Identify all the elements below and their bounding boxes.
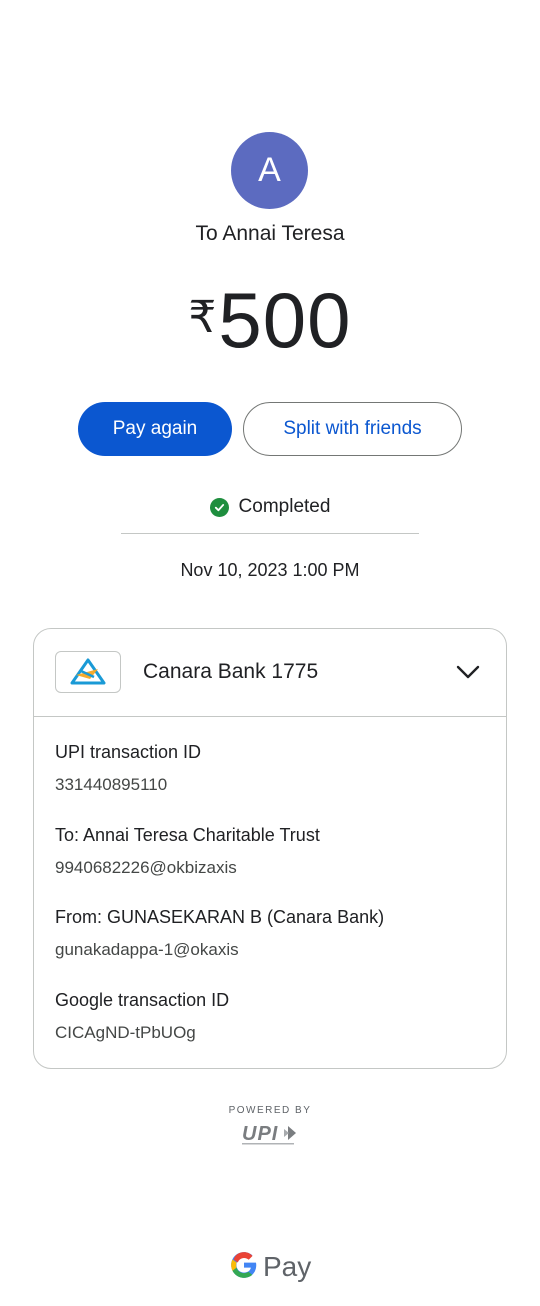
detail-label: From: GUNASEKARAN B (Canara Bank) [55, 907, 385, 927]
google-pay-logo: Pay [230, 1250, 311, 1284]
status-divider [121, 533, 419, 534]
detail-google-transaction-id: Google transaction ID CICAgND-tPbUOg [55, 990, 229, 1043]
status-row: Completed [0, 496, 540, 518]
amount-display: ₹ 500 [0, 276, 540, 364]
detail-value: 9940682226@okbizaxis [55, 858, 237, 877]
transaction-details-page: A To Annai Teresa ₹ 500 Pay again Split … [0, 0, 540, 1306]
detail-value: CICAgND-tPbUOg [55, 1023, 196, 1042]
split-label: Split with friends [283, 418, 422, 439]
chevron-down-icon[interactable] [456, 662, 480, 682]
avatar-initial: A [258, 151, 281, 189]
google-g-icon [230, 1251, 258, 1284]
recipient-name: To Annai Teresa [195, 222, 345, 245]
detail-label: Google transaction ID [55, 990, 230, 1010]
pay-again-button[interactable]: Pay again [78, 402, 232, 456]
currency-symbol: ₹ [188, 292, 217, 343]
split-with-friends-button[interactable]: Split with friends [243, 402, 462, 456]
bank-account-name: Canara Bank 1775 [143, 660, 319, 683]
detail-value: gunakadappa-1@okaxis [55, 940, 239, 959]
check-circle-icon [209, 497, 229, 517]
transaction-details-card: Canara Bank 1775 UPI transaction ID 3314… [33, 628, 507, 1069]
detail-from: From: GUNASEKARAN B (Canara Bank) gunaka… [55, 907, 384, 960]
powered-by-label: POWERED BY [228, 1105, 312, 1116]
amount-value: 500 [218, 276, 352, 364]
recipient-avatar: A [231, 132, 308, 209]
upi-logo: UPI [238, 1120, 302, 1148]
detail-label: UPI transaction ID [55, 742, 202, 762]
pay-wordmark: Pay [263, 1251, 312, 1282]
canara-bank-logo [55, 651, 121, 693]
bank-account-header[interactable]: Canara Bank 1775 [34, 629, 506, 717]
transaction-datetime: Nov 10, 2023 1:00 PM [180, 560, 360, 580]
pay-again-label: Pay again [112, 418, 198, 439]
svg-text:UPI: UPI [242, 1123, 278, 1145]
detail-to: To: Annai Teresa Charitable Trust 994068… [55, 825, 320, 878]
detail-label: To: Annai Teresa Charitable Trust [55, 825, 320, 845]
detail-upi-transaction-id: UPI transaction ID 331440895110 [55, 742, 201, 795]
detail-value: 331440895110 [55, 775, 168, 794]
status-text: Completed [238, 496, 331, 517]
